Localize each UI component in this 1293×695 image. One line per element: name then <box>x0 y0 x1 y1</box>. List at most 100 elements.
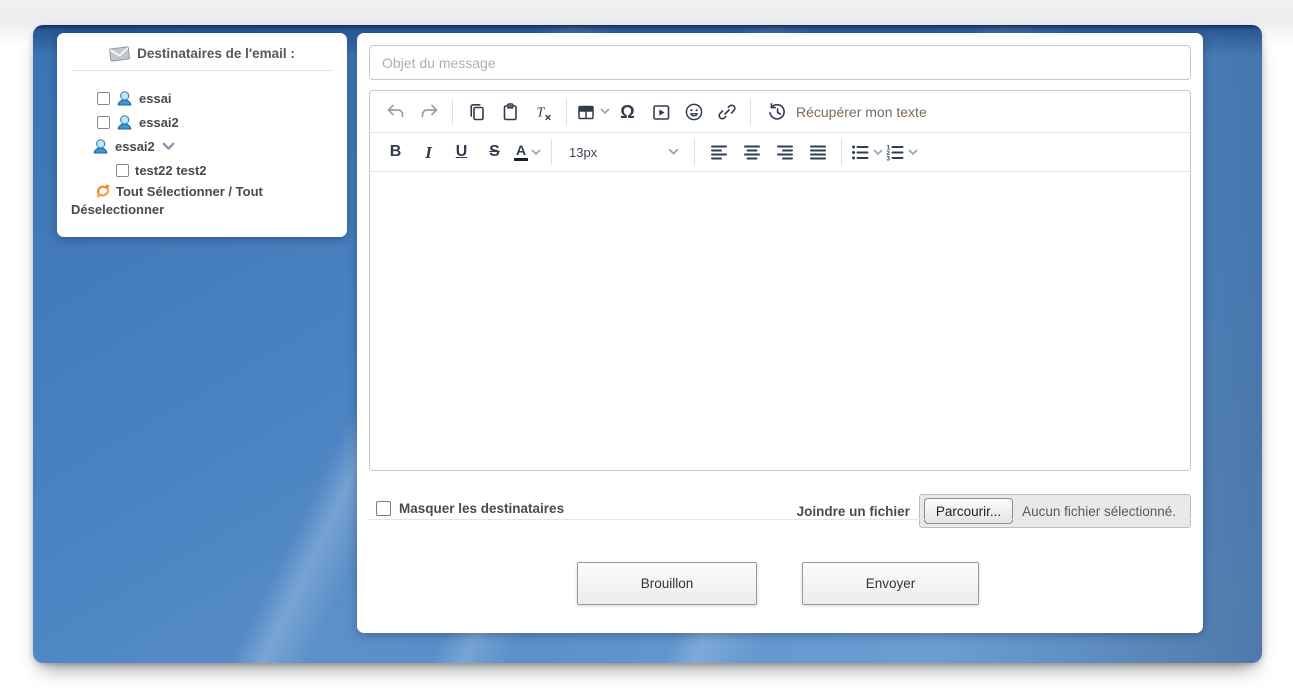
recipients-panel: Destinataires de l'email : essai essai2 <box>57 33 347 237</box>
redo-button[interactable] <box>413 96 444 127</box>
envelope-icon <box>108 45 131 62</box>
recipient-row-essai: essai <box>57 86 347 110</box>
special-characters-button[interactable]: Ω <box>612 96 643 127</box>
copy-button[interactable] <box>461 96 492 127</box>
recipients-list: essai essai2 essai2 test22 test2 <box>57 86 347 219</box>
toolbar-separator <box>841 139 842 165</box>
user-icon <box>116 90 133 107</box>
draft-button[interactable]: Brouillon <box>577 562 757 605</box>
underline-icon: U <box>456 144 468 160</box>
toolbar-separator <box>750 99 751 125</box>
redo-icon <box>418 101 440 123</box>
strikethrough-icon: S <box>489 144 500 160</box>
toolbar-separator <box>452 99 453 125</box>
font-size-dropdown[interactable]: 13px <box>559 137 687 168</box>
underline-button[interactable]: U <box>446 137 477 168</box>
recipient-label[interactable]: test22 test2 <box>135 163 207 178</box>
emoji-icon <box>683 101 705 123</box>
copy-icon <box>466 101 488 123</box>
chevron-down-icon <box>600 108 610 115</box>
bold-button[interactable]: B <box>380 137 411 168</box>
font-size-value: 13px <box>569 145 597 160</box>
svg-text:3: 3 <box>887 155 891 161</box>
align-center-button[interactable] <box>736 137 767 168</box>
align-left-button[interactable] <box>703 137 734 168</box>
align-right-icon <box>775 143 795 162</box>
attach-file-label: Joindre un fichier <box>797 504 910 519</box>
chevron-down-icon <box>908 149 918 156</box>
recover-text-label: Récupérer mon texte <box>796 104 927 120</box>
bulleted-list-icon <box>850 143 870 162</box>
rich-text-editor: T Ω <box>369 90 1191 471</box>
link-icon <box>716 101 738 123</box>
recipient-label[interactable]: essai2 <box>139 115 179 130</box>
italic-button[interactable]: I <box>413 137 444 168</box>
toolbar-separator <box>551 139 552 165</box>
svg-text:T: T <box>536 105 545 120</box>
insert-table-button[interactable] <box>575 96 610 127</box>
select-all-toggle[interactable]: Tout Sélectionner / Tout Déselectionner <box>57 182 347 219</box>
align-justify-button[interactable] <box>802 137 833 168</box>
sync-arrows-icon <box>95 183 111 199</box>
italic-icon: I <box>425 144 432 161</box>
browse-button[interactable]: Parcourir... <box>924 498 1013 524</box>
align-center-icon <box>742 143 762 162</box>
send-button[interactable]: Envoyer <box>802 562 979 605</box>
recipients-title: Destinataires de l'email : <box>137 46 295 61</box>
recipient-checkbox[interactable] <box>97 92 110 105</box>
insert-table-icon <box>575 101 597 123</box>
recover-text-button[interactable]: Récupérer mon texte <box>758 96 935 127</box>
user-icon <box>92 138 109 155</box>
file-input[interactable]: Parcourir... Aucun fichier sélectionné. <box>919 494 1191 528</box>
recipient-checkbox[interactable] <box>97 116 110 129</box>
paste-icon <box>499 101 521 123</box>
align-left-icon <box>709 143 729 162</box>
chevron-down-icon[interactable] <box>162 142 175 151</box>
emoji-button[interactable] <box>678 96 709 127</box>
chevron-down-icon <box>531 149 541 156</box>
file-status-text: Aucun fichier sélectionné. <box>1013 504 1186 519</box>
font-color-button[interactable]: A <box>512 137 543 168</box>
undo-button[interactable] <box>380 96 411 127</box>
media-embed-button[interactable] <box>645 96 676 127</box>
align-right-button[interactable] <box>769 137 800 168</box>
media-embed-icon <box>650 101 672 123</box>
recipient-label[interactable]: essai <box>139 91 172 106</box>
hide-recipients-checkbox[interactable] <box>376 501 391 516</box>
editor-toolbar-row2: B I U S A 13px <box>370 133 1190 172</box>
compose-panel: T Ω <box>357 33 1203 633</box>
toolbar-separator <box>566 99 567 125</box>
align-justify-icon <box>808 143 828 162</box>
recipients-header: Destinataires de l'email : <box>57 46 347 61</box>
toolbar-separator <box>694 139 695 165</box>
numbered-list-icon: 1 2 3 <box>885 143 905 162</box>
paste-button[interactable] <box>494 96 525 127</box>
user-icon <box>116 114 133 131</box>
attach-file-group: Joindre un fichier Parcourir... Aucun fi… <box>797 494 1191 528</box>
remove-format-icon: T <box>532 101 554 123</box>
link-button[interactable] <box>711 96 742 127</box>
chevron-down-icon <box>873 149 883 156</box>
hide-recipients-control[interactable]: Masquer les destinataires <box>376 501 564 516</box>
font-color-icon: A <box>514 143 528 161</box>
subject-input[interactable] <box>369 45 1191 80</box>
recipient-checkbox[interactable] <box>116 164 129 177</box>
remove-format-button[interactable]: T <box>527 96 558 127</box>
recipient-group-row: essai2 <box>57 134 347 158</box>
strikethrough-button[interactable]: S <box>479 137 510 168</box>
numbered-list-button[interactable]: 1 2 3 <box>885 137 918 168</box>
recipient-row-essai2: essai2 <box>57 110 347 134</box>
omega-icon: Ω <box>620 103 634 121</box>
history-icon <box>766 101 788 123</box>
recipients-divider <box>71 70 333 71</box>
recipient-subrow-test22: test22 test2 <box>57 158 347 182</box>
undo-icon <box>385 101 407 123</box>
bold-icon: B <box>390 144 402 160</box>
recipient-group-label[interactable]: essai2 <box>115 139 155 154</box>
actions-divider <box>369 519 1191 520</box>
hide-recipients-label: Masquer les destinataires <box>399 501 564 516</box>
bulleted-list-button[interactable] <box>850 137 883 168</box>
editor-content-area[interactable] <box>370 172 1190 470</box>
editor-toolbar-row1: T Ω <box>370 91 1190 133</box>
chevron-down-icon <box>668 148 679 156</box>
